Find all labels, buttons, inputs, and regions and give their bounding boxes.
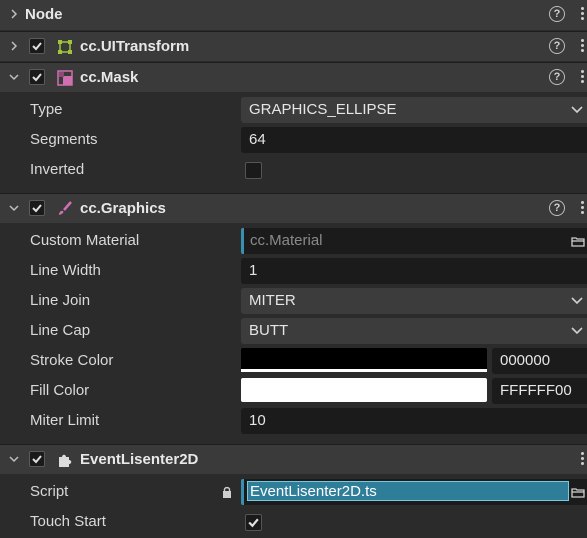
custom-material-field[interactable]: cc.Material — [241, 228, 587, 254]
mask-title: cc.Mask — [80, 69, 139, 86]
more-options-icon[interactable] — [580, 38, 584, 56]
help-icon[interactable]: ? — [549, 200, 565, 216]
inspector-panel: Node ? cc.UITransform ? cc.Mask ? Type G… — [0, 0, 587, 538]
line-cap-label: Line Cap — [30, 322, 91, 339]
line-width-label: Line Width — [30, 262, 101, 279]
inverted-label: Inverted — [30, 161, 85, 178]
uitransform-title: cc.UITransform — [80, 38, 190, 55]
brush-icon — [59, 201, 72, 215]
enable-checkbox[interactable] — [29, 38, 45, 54]
lock-icon — [223, 486, 231, 498]
segments-row: Segments 64 — [0, 125, 587, 155]
folder-icon[interactable] — [571, 486, 585, 498]
uitransform-header[interactable]: cc.UITransform ? — [0, 31, 587, 61]
script-value: EventLisenter2D.ts — [247, 481, 569, 501]
stroke-color-label: Stroke Color — [30, 352, 114, 369]
more-options-icon[interactable] — [580, 200, 584, 218]
more-options-icon[interactable] — [580, 6, 584, 24]
enable-checkbox[interactable] — [29, 200, 45, 216]
chevron-right-icon[interactable] — [8, 40, 20, 52]
chevron-down-icon — [571, 106, 583, 114]
miter-limit-row: Miter Limit 10 — [0, 406, 587, 436]
chevron-right-icon[interactable] — [8, 8, 20, 20]
type-value: GRAPHICS_ELLIPSE — [249, 101, 397, 118]
chevron-down-icon — [571, 327, 583, 335]
stroke-color-row: Stroke Color 000000 — [0, 346, 587, 376]
miter-limit-input[interactable]: 10 — [241, 408, 587, 434]
line-width-input[interactable]: 1 — [241, 258, 587, 284]
touch-start-checkbox[interactable] — [245, 514, 262, 531]
touch-start-row: Touch Start — [0, 507, 587, 537]
script-label: Script — [30, 483, 69, 500]
inverted-checkbox[interactable] — [245, 162, 262, 179]
puzzle-icon — [59, 454, 72, 467]
stroke-color-swatch[interactable] — [241, 348, 487, 372]
graphics-title: cc.Graphics — [80, 200, 166, 217]
type-select[interactable]: GRAPHICS_ELLIPSE — [241, 97, 587, 123]
fill-color-label: Fill Color — [30, 382, 90, 399]
line-join-select[interactable]: MITER — [241, 288, 587, 314]
fill-color-row: Fill Color FFFFFF00 — [0, 376, 587, 406]
event-listener-header[interactable]: EventLisenter2D — [0, 444, 587, 474]
segments-input[interactable]: 64 — [241, 127, 587, 153]
segments-label: Segments — [30, 131, 98, 148]
help-icon[interactable]: ? — [549, 6, 565, 22]
graphics-header[interactable]: cc.Graphics ? — [0, 193, 587, 223]
help-icon[interactable]: ? — [549, 38, 565, 54]
line-cap-row: Line Cap BUTT — [0, 316, 587, 346]
line-join-row: Line Join MITER — [0, 286, 587, 316]
chevron-down-icon[interactable] — [8, 71, 20, 83]
enable-checkbox[interactable] — [29, 451, 45, 467]
node-header[interactable]: Node ? — [0, 0, 587, 30]
fill-color-hex-input[interactable]: FFFFFF00 — [492, 378, 587, 404]
help-icon[interactable]: ? — [549, 69, 565, 85]
fill-color-swatch[interactable] — [241, 378, 487, 402]
mask-icon — [57, 70, 73, 86]
event-listener-title: EventLisenter2D — [80, 451, 199, 468]
line-join-value: MITER — [249, 292, 296, 309]
chevron-down-icon[interactable] — [8, 202, 20, 214]
mask-type-row: Type GRAPHICS_ELLIPSE — [0, 95, 587, 125]
stroke-color-hex-input[interactable]: 000000 — [492, 348, 587, 374]
custom-material-value: cc.Material — [250, 232, 323, 249]
script-row: Script EventLisenter2D.ts — [0, 477, 587, 507]
chevron-down-icon — [571, 297, 583, 305]
custom-material-label: Custom Material — [30, 232, 140, 249]
more-options-icon[interactable] — [580, 69, 584, 87]
chevron-down-icon[interactable] — [8, 453, 20, 465]
inverted-row: Inverted — [0, 155, 587, 185]
line-join-label: Line Join — [30, 292, 91, 309]
touch-start-label: Touch Start — [30, 513, 106, 530]
miter-limit-label: Miter Limit — [30, 412, 100, 429]
type-label: Type — [30, 101, 63, 118]
folder-icon[interactable] — [571, 235, 585, 247]
script-field[interactable]: EventLisenter2D.ts — [241, 479, 587, 505]
enable-checkbox[interactable] — [29, 69, 45, 85]
line-width-row: Line Width 1 — [0, 256, 587, 286]
line-cap-select[interactable]: BUTT — [241, 318, 587, 344]
node-title: Node — [25, 6, 63, 23]
more-options-icon[interactable] — [580, 451, 584, 469]
line-cap-value: BUTT — [249, 322, 289, 339]
mask-header[interactable]: cc.Mask ? — [0, 62, 587, 92]
custom-material-row: Custom Material cc.Material — [0, 226, 587, 256]
transform-icon — [58, 40, 72, 54]
